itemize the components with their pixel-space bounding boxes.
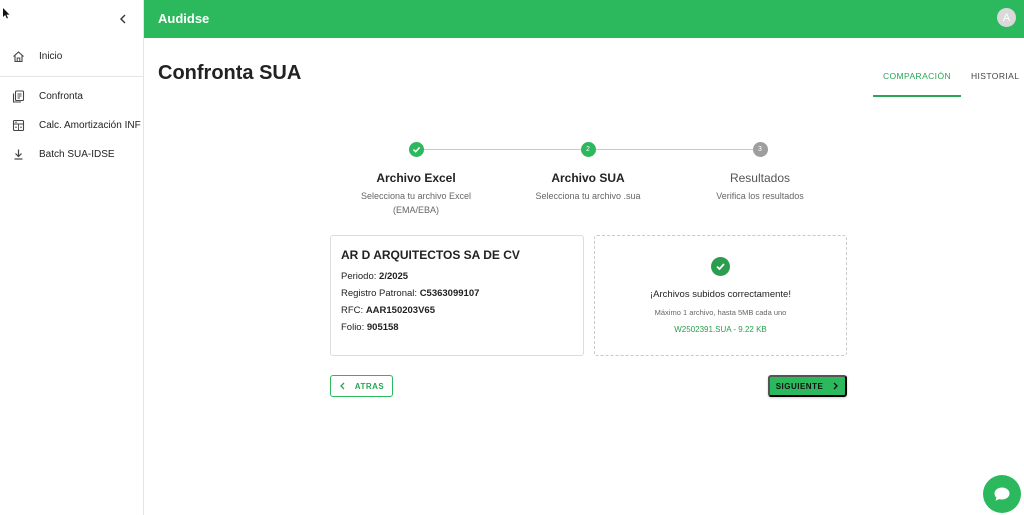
uploaded-file[interactable]: W2502391.SUA - 9.22 KB — [595, 325, 846, 334]
chevron-left-icon — [120, 14, 126, 24]
periodo-row: Periodo: 2/2025 — [341, 271, 573, 282]
app-header: Audidse A — [144, 0, 1024, 38]
step-title: Resultados — [729, 171, 791, 185]
upload-success-message: ¡Archivos subidos correctamente! — [650, 289, 791, 300]
sidebar: Inicio Confronta Calc. Amortización INF … — [0, 0, 144, 515]
chevron-left-icon — [339, 382, 345, 390]
rfc-label: RFC: — [341, 305, 364, 316]
chat-bubble-icon — [994, 487, 1010, 501]
step-subtitle: Selecciona tu archivo Excel (EMA/EBA) — [360, 191, 472, 215]
folio-label: Folio: — [341, 322, 365, 333]
company-name: AR D ARQUITECTOS SA DE CV — [341, 248, 520, 262]
check-circle-icon — [711, 257, 730, 276]
sidebar-header — [0, 0, 143, 38]
tab-comparacion[interactable]: COMPARACIÓN — [873, 64, 961, 97]
sidebar-item-label: Inicio — [39, 51, 63, 62]
rfc-row: RFC: AAR150203V65 — [341, 305, 573, 316]
sidebar-divider — [0, 76, 143, 77]
step-title: Archivo Excel — [376, 171, 456, 185]
sidebar-item-confronta[interactable]: Confronta — [0, 82, 143, 111]
sidebar-item-inicio[interactable]: Inicio — [0, 42, 143, 71]
step-archivo-sua: 2 Archivo SUA Selecciona tu archivo .sua — [503, 142, 673, 203]
step-title: Archivo SUA — [551, 171, 625, 185]
rfc-value: AAR150203V65 — [365, 305, 435, 316]
chevron-right-icon — [833, 382, 839, 390]
employer-info-card: AR D ARQUITECTOS SA DE CV Periodo: 2/202… — [330, 235, 584, 356]
check-icon — [412, 146, 420, 153]
file-dropzone[interactable]: ¡Archivos subidos correctamente! Máximo … — [594, 235, 847, 356]
registro-patronal-label: Registro Patronal: — [341, 288, 418, 299]
folio-value: 905158 — [366, 322, 399, 333]
sidebar-item-label: Confronta — [39, 91, 83, 102]
collapse-sidebar-button[interactable] — [115, 11, 131, 27]
sidebar-item-calc-amortizacion[interactable]: Calc. Amortización INF — [0, 111, 143, 140]
home-icon — [11, 50, 25, 64]
folio-row: Folio: 905158 — [341, 322, 573, 333]
chat-button[interactable] — [983, 475, 1021, 513]
step-number: 3 — [752, 142, 768, 157]
step-number: 2 — [580, 142, 596, 157]
step-subtitle: Verifica los resultados — [716, 191, 804, 201]
periodo-value: 2/2025 — [379, 271, 409, 282]
sidebar-item-label: Batch SUA-IDSE — [39, 149, 115, 160]
calculator-icon — [11, 119, 25, 133]
next-button-label: SIGUIENTE — [775, 381, 824, 391]
upload-limit-text: Máximo 1 archivo, hasta 5MB cada uno — [654, 308, 787, 317]
back-button-label: ATRAS — [354, 381, 385, 391]
registro-patronal-value: C5363099107 — [419, 288, 480, 299]
step-complete-indicator — [408, 142, 424, 157]
download-icon — [11, 148, 25, 162]
step-subtitle: Selecciona tu archivo .sua — [535, 191, 641, 201]
sidebar-item-batch-sua-idse[interactable]: Batch SUA-IDSE — [0, 140, 143, 169]
mouse-cursor-icon — [3, 8, 10, 19]
sidebar-item-label: Calc. Amortización INF — [39, 120, 141, 131]
document-copy-icon — [11, 90, 25, 104]
periodo-label: Periodo: — [341, 271, 377, 282]
stepper: Archivo Excel Selecciona tu archivo Exce… — [330, 142, 846, 222]
app-brand[interactable]: Audidse — [158, 11, 209, 26]
user-avatar[interactable]: A — [997, 8, 1016, 27]
back-button[interactable]: ATRAS — [330, 375, 393, 397]
page-title: Confronta SUA — [158, 62, 302, 84]
tab-historial[interactable]: HISTORIAL — [961, 64, 1024, 97]
step-archivo-excel: Archivo Excel Selecciona tu archivo Exce… — [331, 142, 501, 217]
page-tabs: COMPARACIÓN HISTORIAL — [873, 64, 1024, 97]
step-resultados: 3 Resultados Verifica los resultados — [675, 142, 845, 203]
registro-patronal-row: Registro Patronal: C5363099107 — [341, 288, 573, 299]
next-button[interactable]: SIGUIENTE — [768, 375, 847, 397]
